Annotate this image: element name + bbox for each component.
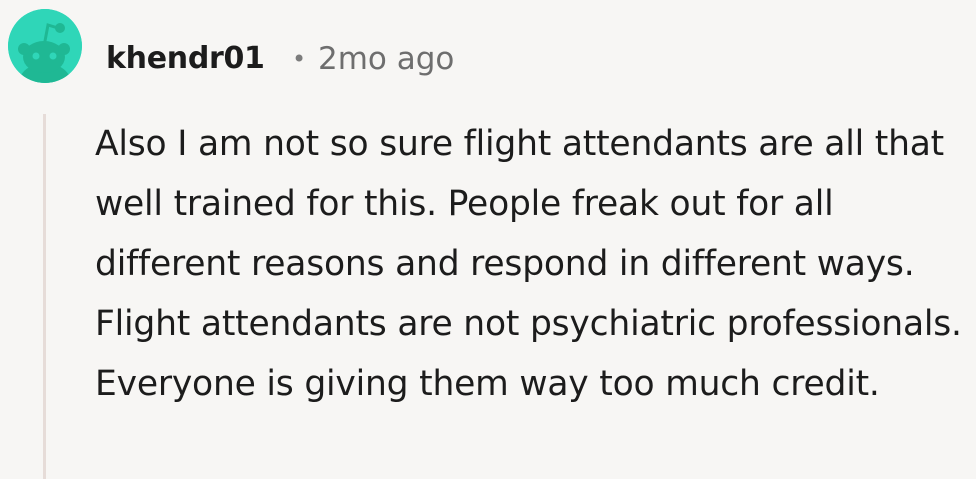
thread-line[interactable] xyxy=(43,114,46,479)
comment: khendr01 • 2mo ago Also I am not so sure… xyxy=(0,0,976,479)
user-avatar[interactable] xyxy=(8,9,82,83)
snoo-avatar-icon xyxy=(8,9,82,83)
comment-author[interactable]: khendr01 xyxy=(106,37,265,81)
comment-timestamp[interactable]: 2mo ago xyxy=(318,37,454,81)
meta-separator: • xyxy=(292,45,307,73)
comment-body: Also I am not so sure flight attendants … xyxy=(95,124,962,404)
